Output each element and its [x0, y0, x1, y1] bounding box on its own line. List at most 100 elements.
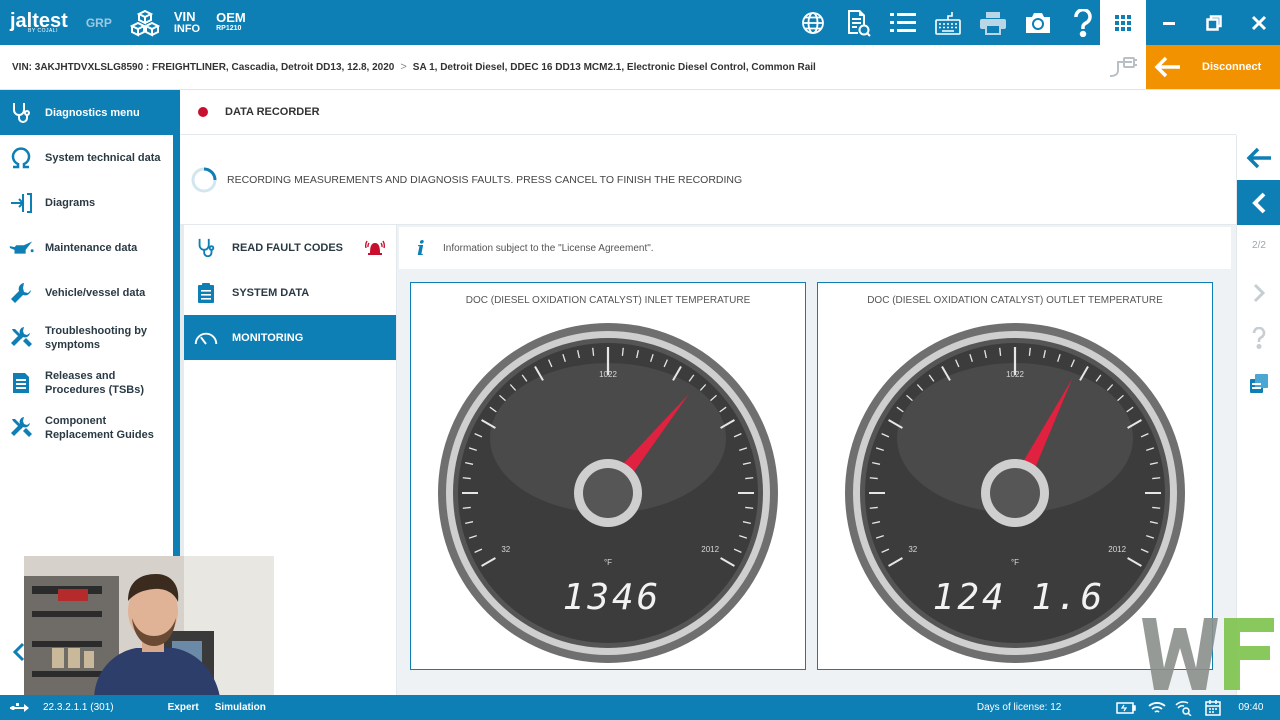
gauge-tick — [999, 347, 1002, 356]
gauge-hub-inner — [990, 468, 1040, 518]
prev-page-button[interactable] — [1237, 180, 1280, 225]
sidebar-item-troubleshooting[interactable]: Troubleshooting by symptoms — [0, 315, 173, 360]
stethoscope-icon — [194, 236, 218, 260]
license-days: Days of license: 12 — [976, 702, 1062, 713]
help-icon[interactable] — [1060, 0, 1105, 45]
usb-icon — [10, 702, 29, 712]
next-page-button[interactable] — [1237, 270, 1280, 315]
camera-icon[interactable] — [1015, 0, 1060, 45]
alarm-bell-icon — [365, 240, 385, 255]
tab-system-data[interactable]: SYSTEM DATA — [184, 270, 396, 315]
gauge-tick — [462, 506, 471, 509]
back-button[interactable] — [1237, 135, 1280, 180]
license-info-text: Information subject to the "License Agre… — [443, 242, 654, 254]
gauge-max-label: 2012 — [701, 545, 719, 554]
gauge-tick — [869, 477, 878, 480]
sidebar-item-maintenance-data[interactable]: Maintenance data — [0, 225, 173, 270]
minimize-icon[interactable] — [1146, 0, 1191, 45]
gauge-tick — [592, 347, 595, 356]
module-info-button[interactable] — [1237, 360, 1280, 405]
gauge-title: DOC (DIESEL OXIDATION CATALYST) OUTLET T… — [867, 295, 1163, 306]
top-toolbar: jaltest BY COJALI GRP VIN INFO OEM RP1210 — [0, 0, 1280, 45]
loading-spinner-icon — [191, 167, 217, 192]
keyboard-icon[interactable] — [925, 0, 970, 45]
sidebar-item-system-technical-data[interactable]: System technical data — [0, 135, 173, 180]
printer-icon[interactable] — [970, 0, 1015, 45]
status-bar: 22.3.2.1.1 (301) Expert Simulation Days … — [0, 695, 1280, 720]
gauge-digital-readout: 124 1.6 — [933, 577, 1106, 618]
jaltest-logo[interactable]: jaltest BY COJALI — [10, 11, 68, 34]
gauge-min-label: 32 — [501, 545, 510, 554]
tab-monitoring[interactable]: MONITORING — [184, 315, 396, 360]
chevron-right-icon — [1253, 283, 1266, 302]
wrench-icon — [8, 280, 34, 306]
tools-icon — [8, 415, 34, 441]
help-icon — [1252, 326, 1266, 349]
grp-button[interactable]: GRP — [86, 16, 112, 30]
gauge-icon — [194, 326, 218, 350]
network-search-icon — [1175, 700, 1192, 716]
module-icon — [1250, 373, 1268, 393]
info-banner: i Information subject to the "License Ag… — [399, 227, 1231, 269]
record-dot-icon — [198, 107, 208, 117]
simulation-mode: Simulation — [214, 702, 266, 713]
oem-rp1210-button[interactable]: OEM RP1210 — [216, 11, 246, 34]
gauge-max-label: 2012 — [1108, 545, 1126, 554]
gauge-dial-outlet: 32 1022 2012 °F 124 1.6 — [845, 323, 1185, 663]
app-version: 22.3.2.1.1 (301) — [43, 702, 114, 713]
sidebar-item-diagnostics-menu[interactable]: Diagnostics menu — [0, 90, 173, 135]
back-arrow-icon — [1154, 56, 1180, 78]
gauge-mid-label: 1022 — [599, 370, 617, 379]
close-icon[interactable] — [1236, 0, 1280, 45]
gauge-digital-readout: 1346 — [563, 577, 662, 618]
gauge-tick — [1152, 506, 1161, 509]
user-mode: Expert — [167, 702, 199, 713]
sidebar-item-component-replacement[interactable]: Component Replacement Guides — [0, 405, 173, 450]
data-recorder-title: DATA RECORDER — [225, 106, 320, 118]
apps-grid-icon[interactable] — [1100, 0, 1146, 45]
sidebar-item-vehicle-vessel-data[interactable]: Vehicle/vessel data — [0, 270, 173, 315]
recording-status: RECORDING MEASUREMENTS AND DIAGNOSIS FAU… — [180, 135, 1236, 225]
data-recorder-header: DATA RECORDER — [180, 90, 1236, 135]
cubes-icon[interactable] — [129, 8, 160, 38]
document-search-icon[interactable] — [835, 0, 880, 45]
monitoring-panel: i Information subject to the "License Ag… — [397, 225, 1236, 695]
channel-watermark-logo — [1142, 618, 1274, 690]
webcam-overlay — [24, 556, 274, 697]
restore-icon[interactable] — [1191, 0, 1236, 45]
list-icon[interactable] — [880, 0, 925, 45]
gauge-unit: °F — [1011, 558, 1019, 567]
tools-icon — [8, 325, 34, 351]
right-rail: 2/2 — [1236, 135, 1280, 695]
tab-read-fault-codes[interactable]: READ FAULT CODES — [184, 225, 396, 270]
info-icon: i — [417, 236, 425, 260]
gauge-tick — [621, 347, 624, 356]
gauge-panel-outlet: DOC (DIESEL OXIDATION CATALYST) OUTLET T… — [817, 282, 1213, 670]
sidebar-item-diagrams[interactable]: Diagrams — [0, 180, 173, 225]
gauge-tick — [745, 506, 754, 509]
calendar-icon — [1205, 699, 1222, 716]
gauge-tick — [1028, 347, 1031, 356]
vehicle-breadcrumb: VIN: 3AKJHTDVXLSLG8590 : FREIGHTLINER, C… — [0, 45, 1280, 90]
connection-plug-icon[interactable] — [1108, 56, 1138, 80]
clipboard-icon — [194, 281, 218, 305]
gauge-tick — [462, 477, 471, 480]
system-label: SA 1, Detroit Diesel, DDEC 16 DD13 MCM2.… — [412, 61, 816, 73]
chevron-left-icon — [1252, 192, 1266, 213]
page-indicator: 2/2 — [1252, 240, 1266, 251]
omega-icon — [8, 145, 34, 171]
toolbar-icons — [790, 0, 1105, 45]
stethoscope-icon — [8, 100, 34, 126]
recording-status-text: RECORDING MEASUREMENTS AND DIAGNOSIS FAU… — [227, 173, 743, 186]
oil-can-icon — [8, 235, 34, 261]
disconnect-button[interactable]: Disconnect — [1146, 45, 1280, 89]
gauge-dial-inlet: 32 1022 2012 °F 1346 — [438, 323, 778, 663]
brand-area: jaltest BY COJALI GRP VIN INFO OEM RP1210 — [0, 0, 246, 45]
vehicle-vin-label: VIN: 3AKJHTDVXLSLG8590 : FREIGHTLINER, C… — [12, 61, 395, 73]
back-arrow-icon — [1246, 147, 1271, 168]
rail-help-button[interactable] — [1237, 315, 1280, 360]
vin-info-button[interactable]: VIN INFO — [174, 10, 200, 35]
globe-icon[interactable] — [790, 0, 835, 45]
sidebar-item-releases-procedures[interactable]: Releases and Procedures (TSBs) — [0, 360, 173, 405]
diagram-icon — [8, 190, 34, 216]
